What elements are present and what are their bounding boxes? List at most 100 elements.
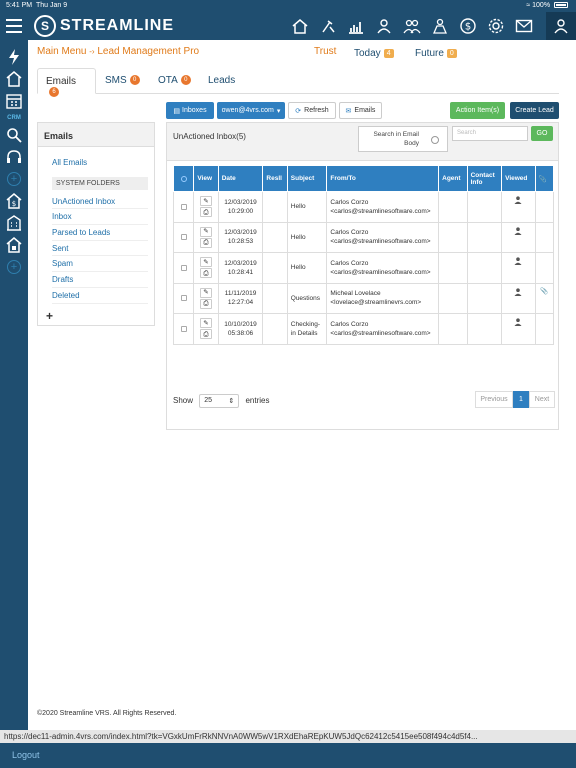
user-account-button[interactable] <box>546 12 576 40</box>
action-items-button[interactable]: Action Item(s) <box>450 102 505 119</box>
table-row[interactable]: ✎ ⎙ 11/11/2019 12:27:04 Questions Micheal Lov… <box>172 282 555 314</box>
table-row[interactable]: ✎ ⎙ 10/10/2019 05:38:06 Checking-in Details C… <box>172 313 555 345</box>
col-view[interactable]: View <box>193 165 219 192</box>
today-link[interactable]: Today 4 <box>354 48 394 59</box>
row-from-name: Carlos Corzo <box>330 320 369 328</box>
home-icon[interactable] <box>286 16 314 36</box>
edit-icon[interactable]: ✎ <box>200 226 212 237</box>
gear-icon[interactable] <box>482 16 510 36</box>
emails-compose-button[interactable]: ✉ Emails <box>339 102 382 119</box>
next-page-button[interactable]: Next <box>529 391 555 408</box>
row-checkbox[interactable] <box>180 234 187 241</box>
inboxes-button[interactable]: ▤ Inboxes <box>166 102 214 119</box>
account-dropdown[interactable]: owen@4vrs.com ▾ <box>217 102 285 119</box>
add-folder-button[interactable]: + <box>46 309 53 323</box>
table-row[interactable]: ✎ ⎙ 12/03/2019 10:28:53 Hello Carlos Corzo <ca… <box>172 221 555 253</box>
headset-icon[interactable] <box>0 146 28 168</box>
building-icon[interactable] <box>0 212 28 234</box>
inbox-panel: UnActioned Inbox(5) Search in Email Body… <box>166 122 559 430</box>
owners-icon[interactable] <box>370 16 398 36</box>
home-search-icon[interactable] <box>0 68 28 90</box>
col-resll[interactable]: Resll <box>262 165 288 192</box>
breadcrumb-main-menu[interactable]: Main Menu <box>37 46 86 57</box>
entries-select[interactable]: 25 ⇕ <box>199 394 240 408</box>
col-from-to[interactable]: From/To <box>326 165 440 192</box>
trust-link[interactable]: Trust <box>314 46 336 57</box>
mail-icon[interactable] <box>510 16 538 36</box>
tab-emails[interactable]: Emails6 <box>37 68 96 98</box>
streamline-logo[interactable]: S STREAMLINE <box>34 14 174 38</box>
edit-icon[interactable]: ✎ <box>200 196 212 207</box>
col-contact-info[interactable]: Contact Info <box>466 165 503 192</box>
folder-drafts[interactable]: Drafts <box>52 272 148 288</box>
refresh-label: Refresh <box>304 107 329 114</box>
row-checkbox[interactable] <box>180 264 187 271</box>
table-row[interactable]: ✎ ⎙ 12/03/2019 10:28:41 Hello Carlos Corzo <ca… <box>172 252 555 284</box>
edit-icon[interactable]: ✎ <box>200 257 212 268</box>
edit-icon[interactable]: ✎ <box>200 287 212 298</box>
folder-sent[interactable]: Sent <box>52 241 148 257</box>
housekeeping-icon[interactable] <box>426 16 454 36</box>
col-agent[interactable]: Agent <box>438 165 468 192</box>
go-button[interactable]: GO <box>531 126 553 141</box>
folder-spam[interactable]: Spam <box>52 256 148 273</box>
select-all-header[interactable] <box>172 165 195 192</box>
create-lead-button[interactable]: Create Lead <box>510 102 559 119</box>
calendar-icon[interactable] <box>0 90 28 112</box>
row-subject[interactable]: Hello <box>286 252 328 284</box>
refresh-button[interactable]: ⟳ Refresh <box>288 102 336 119</box>
tab-ota[interactable]: OTA 0 <box>150 68 199 94</box>
col-subject[interactable]: Subject <box>286 165 328 192</box>
search-body-radio[interactable] <box>431 136 439 144</box>
search-icon[interactable] <box>0 124 28 146</box>
folder-parsed-to-leads[interactable]: Parsed to Leads <box>52 225 148 241</box>
future-link[interactable]: Future 0 <box>415 48 457 59</box>
paperclip-icon[interactable]: 📎 <box>540 288 548 295</box>
row-time: 10:28:53 <box>227 238 254 246</box>
print-icon[interactable]: ⎙ <box>200 237 212 248</box>
table-row[interactable]: ✎ ⎙ 12/03/2019 10:29:00 Hello Carlos Corzo <ca… <box>172 191 555 223</box>
row-checkbox[interactable] <box>180 203 187 210</box>
previous-page-button[interactable]: Previous <box>475 391 513 408</box>
logout-link[interactable]: Logout <box>12 750 40 760</box>
page-1-button[interactable]: 1 <box>513 391 529 408</box>
search-input[interactable]: Search <box>452 126 528 141</box>
status-date: Thu Jan 9 <box>36 2 68 9</box>
row-subject[interactable]: Hello <box>286 191 328 223</box>
main-content: Main Menu -› Lead Management Pro Trust T… <box>28 40 576 730</box>
row-checkbox[interactable] <box>180 325 187 332</box>
row-subject[interactable]: Questions <box>286 282 328 314</box>
col-attachment[interactable]: 📎 <box>534 165 555 192</box>
add-crm-icon[interactable]: + <box>7 172 21 186</box>
property-calendar-icon[interactable] <box>0 234 28 256</box>
folder-deleted[interactable]: Deleted <box>52 288 148 304</box>
edit-icon[interactable]: ✎ <box>200 318 212 329</box>
print-icon[interactable]: ⎙ <box>200 268 212 279</box>
cleaning-icon[interactable] <box>314 16 342 36</box>
tab-leads[interactable]: Leads <box>200 68 243 94</box>
print-icon[interactable]: ⎙ <box>200 298 212 309</box>
guests-icon[interactable] <box>398 16 426 36</box>
reports-icon[interactable] <box>342 16 370 36</box>
folder-all-emails[interactable]: All Emails <box>52 155 148 171</box>
row-subject[interactable]: Checking-in Details <box>286 313 328 345</box>
folder-unactioned-inbox[interactable]: UnActioned Inbox <box>52 194 148 210</box>
search-email-body-toggle[interactable]: Search in Email Body <box>358 126 448 152</box>
tab-sms[interactable]: SMS 0 <box>97 68 148 94</box>
menu-icon[interactable] <box>6 19 22 33</box>
logo-mark: S <box>34 15 56 37</box>
row-subject[interactable]: Hello <box>286 221 328 253</box>
folder-inbox[interactable]: Inbox <box>52 209 148 226</box>
battery-percent: 100% <box>532 2 551 9</box>
select-all-checkbox[interactable] <box>180 175 187 182</box>
lightning-icon[interactable] <box>0 46 28 68</box>
add-property-icon[interactable]: + <box>7 260 21 274</box>
property-icon[interactable]: $ <box>0 190 28 212</box>
row-checkbox[interactable] <box>180 295 187 302</box>
row-from-name: Micheal Lovelace <box>330 290 381 298</box>
print-icon[interactable]: ⎙ <box>200 207 212 218</box>
billing-icon[interactable]: $ <box>454 16 482 36</box>
col-viewed[interactable]: Viewed <box>501 165 536 192</box>
print-icon[interactable]: ⎙ <box>200 329 212 340</box>
col-date[interactable]: Date <box>217 165 264 192</box>
